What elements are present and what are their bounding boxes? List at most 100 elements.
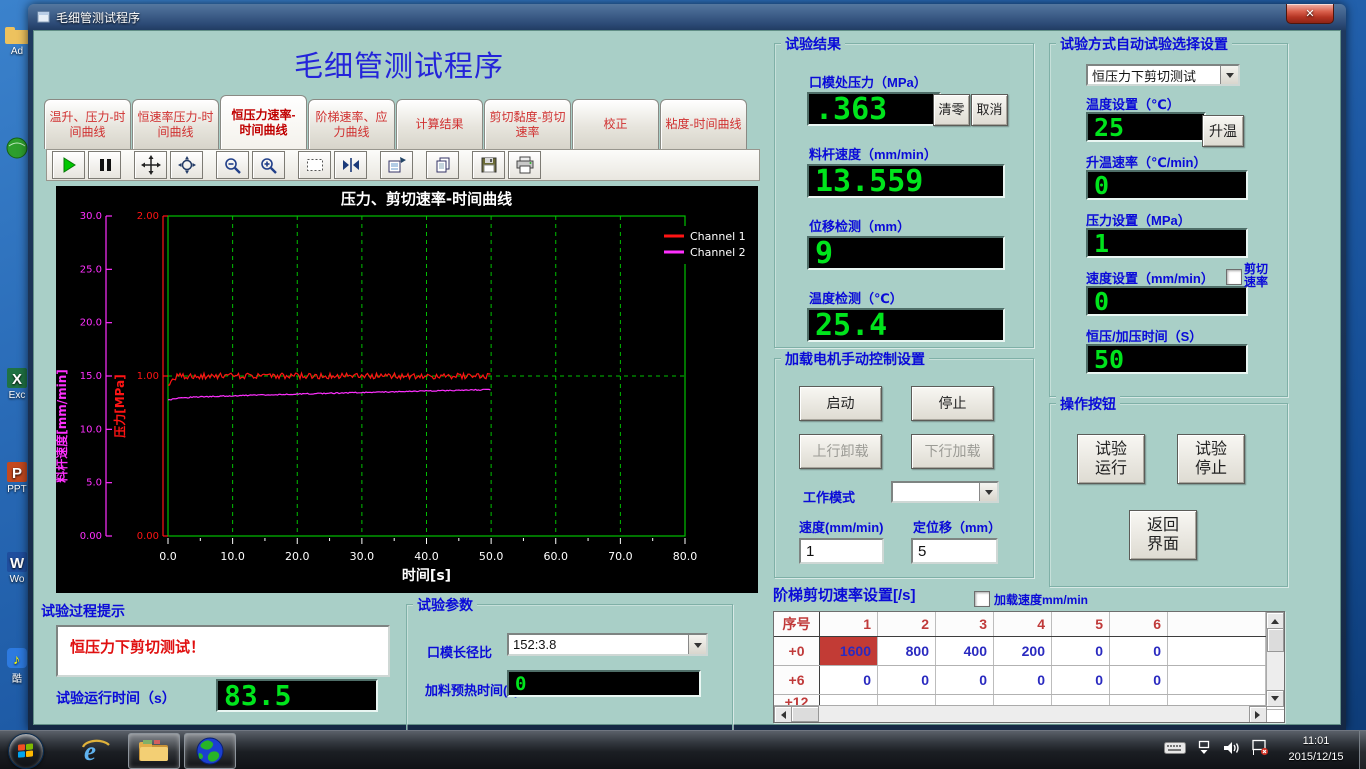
tab-6[interactable]: 剪切黏度-剪切 速率 <box>484 99 571 149</box>
chevron-down-icon[interactable] <box>1220 66 1238 84</box>
zoom-in-icon <box>259 156 278 175</box>
taskbar-app-button[interactable] <box>184 733 236 769</box>
tab-7[interactable]: 校正 <box>572 99 659 149</box>
work-mode-select[interactable] <box>891 481 999 503</box>
step-cell[interactable]: 0 <box>1110 637 1168 665</box>
step-rate-table: 序号123456+0160080040020000+6000000+12 <box>773 611 1285 723</box>
tab-bar: 温升、压力-时 间曲线恒速率压力-时 间曲线恒压力速率- 时间曲线阶梯速率、应 … <box>44 95 748 149</box>
motor-down-load-button[interactable]: 下行加载 <box>911 434 994 469</box>
volume-icon[interactable] <box>1222 741 1240 760</box>
svg-text:压力[MPa]: 压力[MPa] <box>112 374 127 437</box>
cursor-icon <box>341 156 361 174</box>
close-button[interactable]: ✕ <box>1286 4 1334 24</box>
cancel-button[interactable]: 取消 <box>971 94 1008 126</box>
step-cell[interactable] <box>1168 666 1266 694</box>
shear-rate-checkbox[interactable] <box>1226 269 1242 285</box>
test-mode-select[interactable]: 恒压力下剪切测试 <box>1086 64 1240 86</box>
globe-icon <box>5 136 29 160</box>
motor-control-panel: 加载电机手动控制设置 启动 停止 上行卸载 下行加载 工作模式 速度(mm/mi… <box>774 358 1034 578</box>
step-cell[interactable]: 400 <box>936 637 994 665</box>
music-icon: ♪ <box>5 646 29 670</box>
horizontal-scrollbar[interactable] <box>774 705 1267 722</box>
window-titlebar[interactable]: 毛细管测试程序 ✕ <box>28 4 1346 30</box>
pause-button[interactable] <box>88 151 121 179</box>
copy-button[interactable] <box>426 151 459 179</box>
zero-button[interactable]: 清零 <box>933 94 970 126</box>
die-ratio-value: 152:3.8 <box>513 637 556 652</box>
step-cell[interactable] <box>1168 637 1266 665</box>
displacement-input[interactable]: 5 <box>911 538 998 564</box>
svg-text:Channel 1: Channel 1 <box>690 230 746 243</box>
step-cell[interactable]: 800 <box>878 637 936 665</box>
folder-icon <box>4 24 30 46</box>
run-button[interactable] <box>52 151 85 179</box>
show-desktop-button[interactable] <box>1359 731 1366 769</box>
load-speed-checkbox[interactable] <box>974 591 990 607</box>
test-stop-button[interactable]: 试验 停止 <box>1177 434 1245 484</box>
start-button[interactable] <box>8 733 44 769</box>
vertical-scrollbar[interactable] <box>1266 612 1284 707</box>
displacement-label: 定位移（mm） <box>913 517 1001 536</box>
motor-start-button[interactable]: 启动 <box>799 386 882 421</box>
die-ratio-select[interactable]: 152:3.8 <box>507 633 708 656</box>
svg-text:30.0: 30.0 <box>80 211 102 222</box>
runtime-label: 试验运行时间（s） <box>56 688 176 708</box>
scroll-left-button[interactable] <box>774 706 792 723</box>
zoom-window-button[interactable] <box>170 151 203 179</box>
box-zoom-button[interactable] <box>298 151 331 179</box>
taskbar-ie-button[interactable]: e <box>70 733 120 767</box>
step-cell[interactable]: 0 <box>1052 637 1110 665</box>
action-center-icon[interactable] <box>1251 739 1270 761</box>
tab-3[interactable]: 恒压力速率- 时间曲线 <box>220 95 307 149</box>
heat-up-button[interactable]: 升温 <box>1202 115 1244 147</box>
print-button[interactable] <box>508 151 541 179</box>
svg-text:Channel 2: Channel 2 <box>690 246 746 259</box>
return-button[interactable]: 返回 界面 <box>1129 510 1197 560</box>
step-cell[interactable]: 0 <box>878 666 936 694</box>
motor-stop-button[interactable]: 停止 <box>911 386 994 421</box>
chart-svg: 0.005.010.015.020.025.030.0料杆速度[mm/min]0… <box>56 186 758 593</box>
scroll-down-button[interactable] <box>1266 690 1284 707</box>
step-cell[interactable]: 0 <box>936 666 994 694</box>
windows-logo-icon <box>18 743 35 759</box>
tab-1[interactable]: 温升、压力-时 间曲线 <box>44 99 131 149</box>
pan-button[interactable] <box>134 151 167 179</box>
tab-4[interactable]: 阶梯速率、应 力曲线 <box>308 99 395 149</box>
save-button[interactable] <box>472 151 505 179</box>
scroll-right-button[interactable] <box>1249 706 1267 723</box>
step-cell[interactable]: 200 <box>994 637 1052 665</box>
svg-text:70.0: 70.0 <box>608 550 633 563</box>
zoom-in-button[interactable] <box>252 151 285 179</box>
test-run-button[interactable]: 试验 运行 <box>1077 434 1145 484</box>
col-header <box>1168 612 1266 636</box>
chart[interactable]: 0.005.010.015.020.025.030.0料杆速度[mm/min]0… <box>56 186 758 593</box>
zoom-out-button[interactable] <box>216 151 249 179</box>
cursor-button[interactable] <box>334 151 367 179</box>
svg-text:50.0: 50.0 <box>479 550 504 563</box>
row-header: +6 <box>774 666 820 694</box>
taskbar-clock[interactable]: 11:01 2015/12/15 <box>1276 734 1356 766</box>
tab-5[interactable]: 计算结果 <box>396 99 483 149</box>
svg-text:1.00: 1.00 <box>137 371 159 382</box>
scroll-up-button[interactable] <box>1266 612 1284 629</box>
show-hidden-icons-icon[interactable] <box>1197 740 1211 760</box>
step-cell[interactable]: 0 <box>1052 666 1110 694</box>
step-cell[interactable]: 0 <box>820 666 878 694</box>
chevron-down-icon[interactable] <box>979 483 997 501</box>
keyboard-icon[interactable] <box>1164 741 1186 760</box>
rod-speed-label: 料杆速度（mm/min） <box>809 144 937 163</box>
step-cell[interactable]: 0 <box>1110 666 1168 694</box>
properties-button[interactable] <box>380 151 413 179</box>
svg-text:30.0: 30.0 <box>350 550 375 563</box>
hint-message: 恒压力下剪切测试！ <box>70 636 205 657</box>
taskbar-explorer-button[interactable] <box>128 733 180 769</box>
motor-up-unload-button[interactable]: 上行卸载 <box>799 434 882 469</box>
step-cell[interactable]: 0 <box>994 666 1052 694</box>
jog-speed-input[interactable]: 1 <box>799 538 884 564</box>
load-speed-checkbox-label: 加载速度mm/min <box>994 591 1088 608</box>
tab-2[interactable]: 恒速率压力-时 间曲线 <box>132 99 219 149</box>
chevron-down-icon[interactable] <box>688 635 706 654</box>
tab-8[interactable]: 粘度-时间曲线 <box>660 99 747 149</box>
run-icon <box>60 156 78 174</box>
step-cell[interactable]: 1600 <box>820 637 878 665</box>
